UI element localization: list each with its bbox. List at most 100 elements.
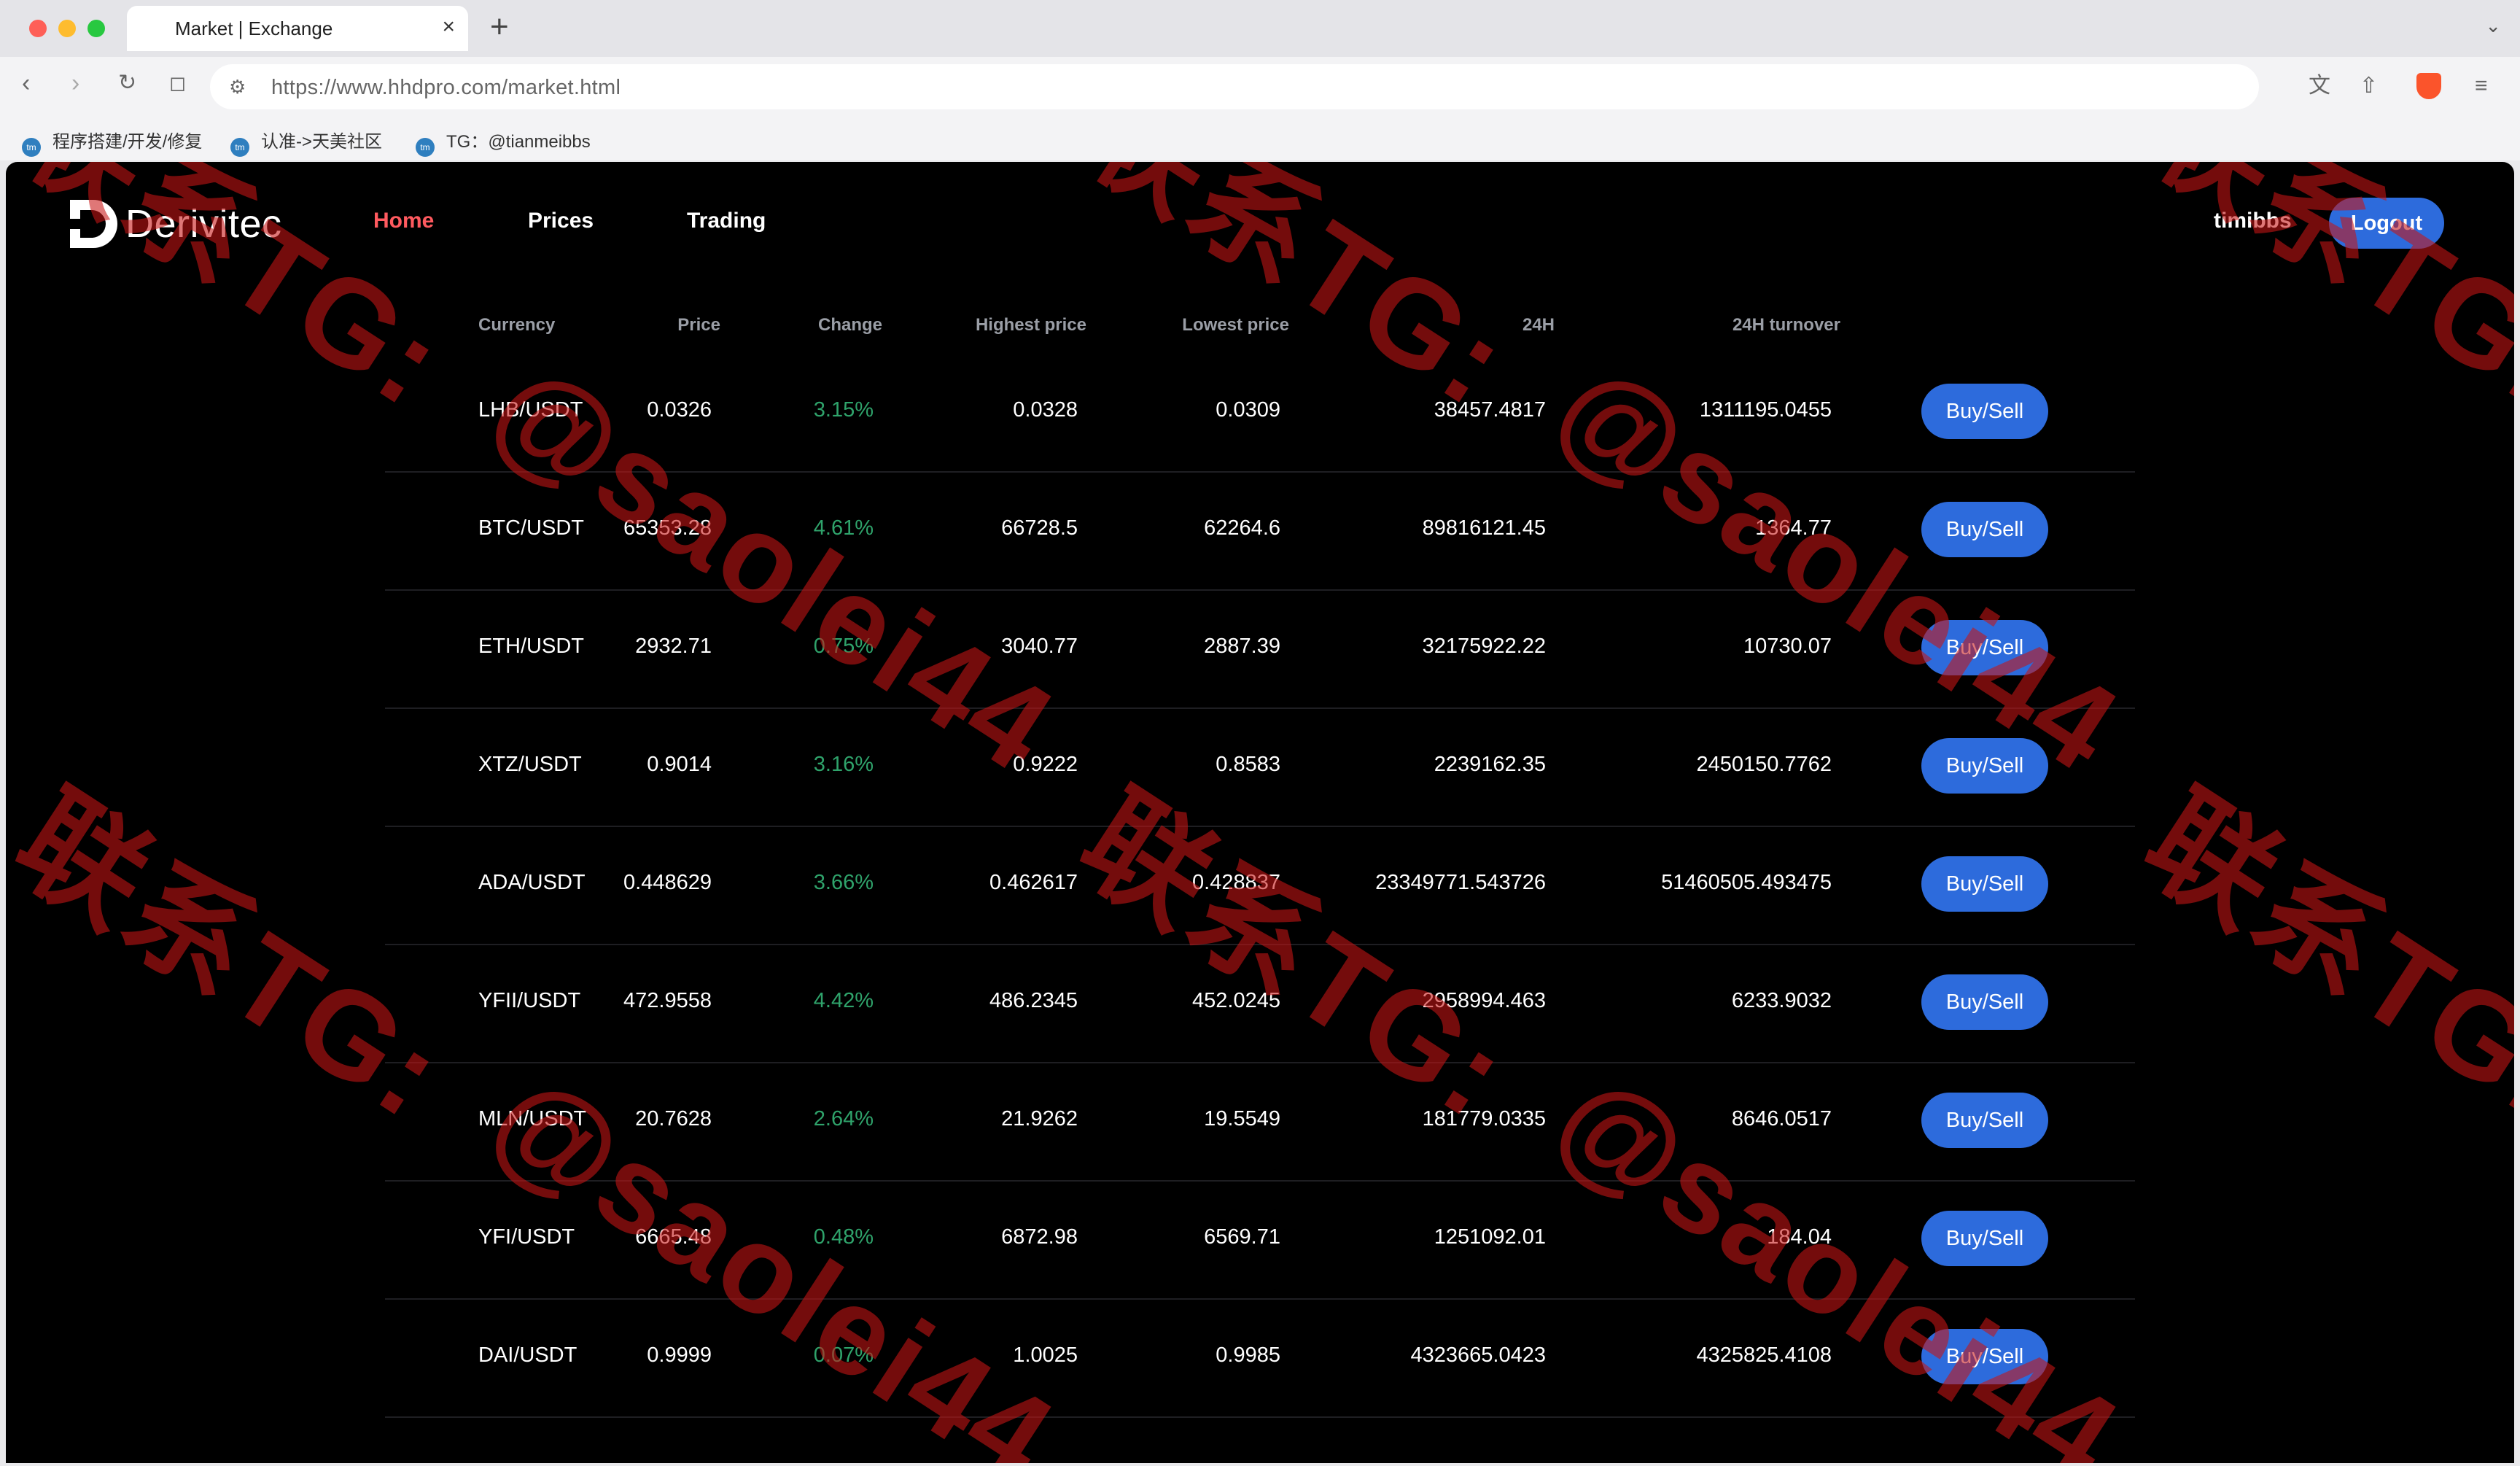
volume-24h-cell: 23349771.543726	[1375, 871, 1546, 894]
bookmark-item[interactable]: tm 程序搭建/开发/修复	[22, 127, 202, 157]
exchange-page: Derivitec Home Prices Trading timibbs Lo…	[6, 162, 2514, 1463]
menu-icon[interactable]: ≡	[2475, 73, 2488, 99]
back-icon[interactable]: ‹	[22, 69, 30, 98]
highest-price-cell: 66728.5	[1001, 516, 1078, 540]
lowest-price-cell: 0.8583	[1216, 753, 1280, 776]
bookmark-item[interactable]: tm 认准->天美社区	[230, 127, 382, 157]
volume-24h-cell: 2958994.463	[1422, 989, 1546, 1012]
currency-cell: YFI/USDT	[478, 1225, 575, 1249]
tab-list-chevron-icon[interactable]: ⌄	[2485, 15, 2501, 37]
brave-shields-icon[interactable]	[2416, 73, 2441, 99]
tab-title: Market | Exchange	[175, 18, 333, 39]
turnover-24h-cell: 51460505.493475	[1661, 871, 1832, 894]
bookmarks-bar: tm 程序搭建/开发/修复 tm 认准->天美社区 tm TG：@tianmeibbs	[0, 118, 2520, 160]
highest-price-cell: 21.9262	[1001, 1107, 1078, 1130]
watermark-text: 联系TG:	[2122, 769, 2514, 1145]
currency-cell: BTC/USDT	[478, 516, 584, 540]
currency-cell: ETH/USDT	[478, 635, 584, 658]
highest-price-cell: 1.0025	[1013, 1343, 1078, 1367]
table-row: YFI/USDT 6665.48 0.48% 6872.98 6569.71 125109…	[385, 1180, 2135, 1300]
col-header-highest: Highest price	[975, 315, 1086, 335]
new-tab-button[interactable]: +	[490, 10, 509, 44]
highest-price-cell: 0.0328	[1013, 398, 1078, 422]
buy-sell-button[interactable]: Buy/Sell	[1921, 502, 2048, 557]
turnover-24h-cell: 8646.0517	[1731, 1107, 1832, 1130]
price-cell: 20.7628	[635, 1107, 712, 1130]
nav-trading[interactable]: Trading	[687, 209, 766, 233]
lowest-price-cell: 2887.39	[1204, 635, 1280, 658]
url-text[interactable]: https://www.hhdpro.com/market.html	[271, 76, 621, 100]
nav-home[interactable]: Home	[373, 209, 434, 233]
volume-24h-cell: 2239162.35	[1434, 753, 1546, 776]
highest-price-cell: 486.2345	[989, 989, 1078, 1012]
table-row: LHB/USDT 0.0326 3.15% 0.0328 0.0309 38457.481…	[385, 353, 2135, 473]
address-bar[interactable]: ⚙ https://www.hhdpro.com/market.html	[210, 64, 2259, 109]
turnover-24h-cell: 1311195.0455	[1699, 398, 1832, 422]
col-header-currency: Currency	[478, 315, 556, 335]
buy-sell-button[interactable]: Buy/Sell	[1921, 856, 2048, 912]
price-cell: 65353.28	[623, 516, 712, 540]
lowest-price-cell: 0.9985	[1216, 1343, 1280, 1367]
col-header-change: Change	[817, 315, 882, 335]
buy-sell-button[interactable]: Buy/Sell	[1921, 384, 2048, 439]
minimize-window-button[interactable]	[58, 20, 76, 37]
logout-button[interactable]: Logout	[2329, 198, 2444, 249]
volume-24h-cell: 38457.4817	[1434, 398, 1546, 422]
table-row: ETH/USDT 2932.71 0.75% 3040.77 2887.39 321759…	[385, 589, 2135, 709]
change-cell: 0.07%	[813, 1343, 874, 1367]
currency-cell: DAI/USDT	[478, 1343, 578, 1367]
bookmark-icon[interactable]: ◻	[169, 69, 186, 98]
table-row: BTC/USDT 65353.28 4.61% 66728.5 62264.6 89816…	[385, 471, 2135, 591]
turnover-24h-cell: 4325825.4108	[1696, 1343, 1832, 1367]
highest-price-cell: 0.9222	[1013, 753, 1078, 776]
price-cell: 2932.71	[635, 635, 712, 658]
reload-icon[interactable]: ↻	[118, 69, 136, 98]
nav-prices[interactable]: Prices	[528, 209, 594, 233]
browser-tab-bar: Market | Exchange × + ⌄	[0, 0, 2520, 57]
tab-close-icon[interactable]: ×	[442, 15, 455, 39]
currency-cell: LHB/USDT	[478, 398, 583, 422]
highest-price-cell: 6872.98	[1001, 1225, 1078, 1249]
translate-icon[interactable]: 文	[2309, 73, 2330, 99]
lowest-price-cell: 62264.6	[1204, 516, 1280, 540]
price-cell: 0.9014	[647, 753, 712, 776]
turnover-24h-cell: 6233.9032	[1731, 989, 1832, 1012]
price-cell: 0.448629	[623, 871, 712, 894]
buy-sell-button[interactable]: Buy/Sell	[1921, 1093, 2048, 1148]
volume-24h-cell: 89816121.45	[1422, 516, 1546, 540]
table-row: YFII/USDT 472.9558 4.42% 486.2345 452.0245 29…	[385, 944, 2135, 1063]
buy-sell-button[interactable]: Buy/Sell	[1921, 620, 2048, 675]
highest-price-cell: 0.462617	[989, 871, 1078, 894]
site-settings-icon[interactable]: ⚙	[229, 76, 246, 98]
change-cell: 4.42%	[813, 989, 874, 1012]
currency-cell: YFII/USDT	[478, 989, 581, 1012]
turnover-24h-cell: 184.04	[1767, 1225, 1832, 1249]
forward-icon[interactable]: ›	[71, 69, 79, 98]
bookmark-favicon-icon: tm	[416, 138, 435, 157]
col-header-turnover: 24H turnover	[1732, 315, 1840, 335]
col-header-lowest: Lowest price	[1182, 315, 1289, 335]
close-window-button[interactable]	[29, 20, 47, 37]
zoom-window-button[interactable]	[88, 20, 105, 37]
buy-sell-button[interactable]: Buy/Sell	[1921, 738, 2048, 794]
logo-text: Derivitec	[125, 202, 282, 246]
lowest-price-cell: 0.428837	[1192, 871, 1280, 894]
share-icon[interactable]: ⇧	[2360, 73, 2378, 99]
buy-sell-button[interactable]: Buy/Sell	[1921, 1329, 2048, 1384]
bookmark-item[interactable]: tm TG：@tianmeibbs	[416, 127, 591, 157]
lowest-price-cell: 452.0245	[1192, 989, 1280, 1012]
buy-sell-button[interactable]: Buy/Sell	[1921, 1211, 2048, 1266]
watermark-text: 联系TG:	[2122, 162, 2514, 433]
table-row: MLN/USDT 20.7628 2.64% 21.9262 19.5549 181779…	[385, 1062, 2135, 1182]
lowest-price-cell: 19.5549	[1204, 1107, 1280, 1130]
currency-cell: ADA/USDT	[478, 871, 586, 894]
change-cell: 3.16%	[813, 753, 874, 776]
lowest-price-cell: 6569.71	[1204, 1225, 1280, 1249]
username[interactable]: timibbs	[2214, 209, 2292, 233]
logo-mark-icon	[70, 200, 117, 248]
browser-toolbar: ‹ › ↻ ◻ ⚙ https://www.hhdpro.com/market.…	[0, 57, 2520, 118]
buy-sell-button[interactable]: Buy/Sell	[1921, 974, 2048, 1030]
active-tab[interactable]: Market | Exchange ×	[127, 6, 468, 51]
col-header-24h: 24H	[1522, 315, 1555, 335]
bookmark-favicon-icon: tm	[22, 138, 41, 157]
